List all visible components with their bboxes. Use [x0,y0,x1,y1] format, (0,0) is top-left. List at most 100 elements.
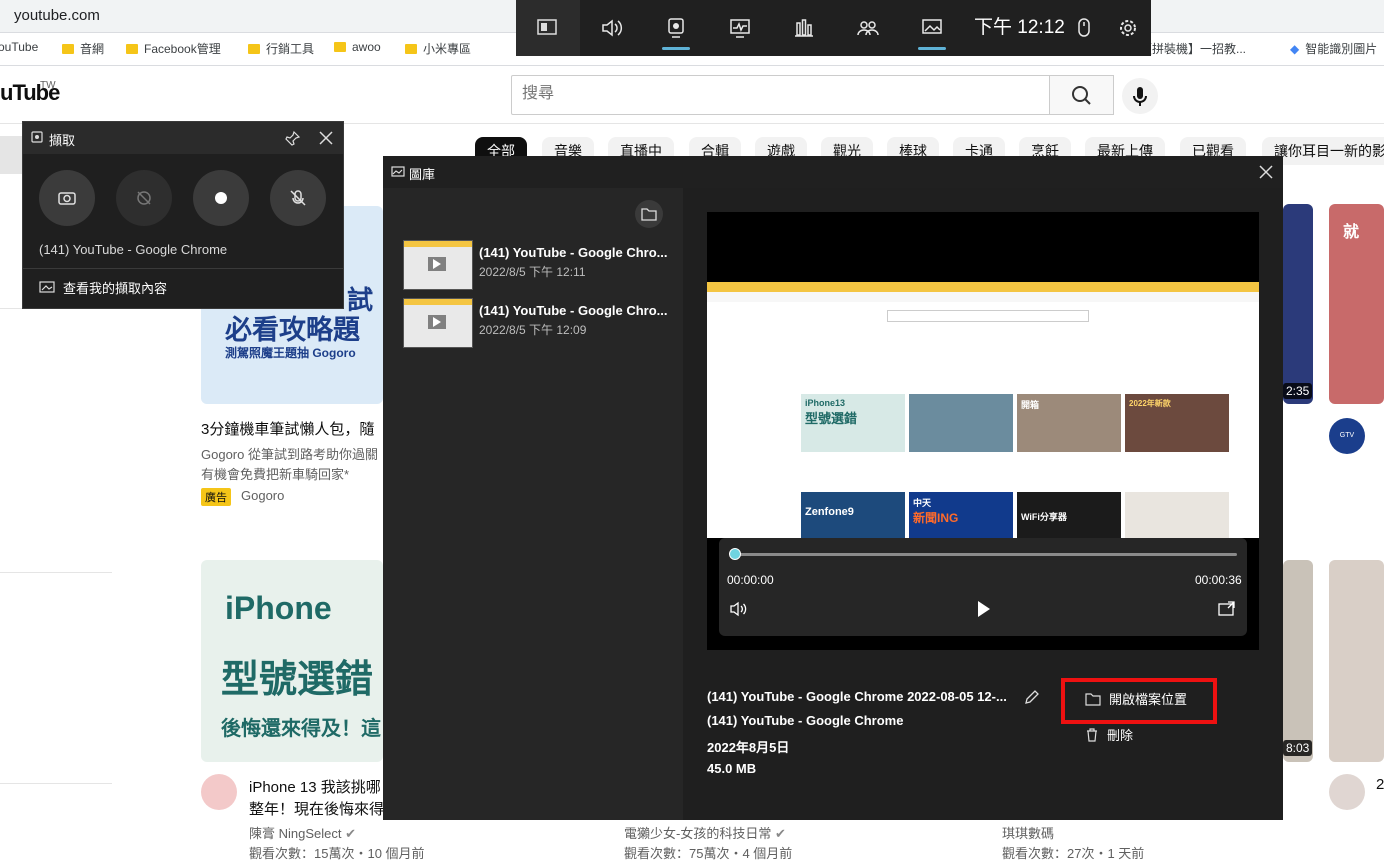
video-title[interactable]: 3分鐘機車筆試懶人包，隨 [201,418,374,439]
channel-name[interactable]: 電獺少女-女孩的科技日常 ✔ [624,823,786,842]
thumb-toolbar [404,299,472,305]
thumb-text: 後悔還來得及！這 [221,718,381,740]
bar-chart-icon [795,19,813,37]
gallery-header[interactable]: 圖庫 [383,156,1283,188]
performance-widget-button[interactable] [708,0,772,56]
bookmark-folder-music[interactable]: 音網 [62,40,104,57]
url-text[interactable]: youtube.com [14,7,100,24]
gallery-item-date: 2022/8/5 下午 12:09 [479,323,587,337]
delete-label: 刪除 [1107,728,1134,743]
video-thumbnail[interactable] [1283,204,1313,404]
preview-browser-bar [707,282,1259,292]
verified-icon: ✔ [345,826,357,841]
social-widget-button[interactable] [836,0,900,56]
sidebar-selected-item[interactable] [0,136,24,174]
channel-name[interactable]: 琪琪數碼 [1002,823,1054,842]
region-label: TW [40,80,56,91]
bookmark-image-recognition[interactable]: ◆ 智能識別圖片 [1290,40,1377,57]
capture-widget-button[interactable] [644,0,708,56]
delete-button[interactable]: 刪除 [1085,725,1133,744]
search-box[interactable] [511,75,1051,115]
capture-divider [23,268,343,269]
widget-menu-button[interactable] [516,0,580,56]
video-thumbnail[interactable] [1283,560,1313,762]
edit-icon[interactable] [1023,688,1041,706]
total-time: 00:00:36 [1195,573,1242,587]
audio-widget-button[interactable] [580,0,644,56]
people-icon [857,21,879,36]
share-icon[interactable] [1217,600,1237,618]
channel-avatar[interactable] [1329,774,1365,810]
video-thumbnail-iphone[interactable]: iPhone 型號選錯 後悔還來得及！這 [201,560,383,762]
settings-button[interactable] [1106,0,1150,56]
gallery-widget-button[interactable] [900,0,964,56]
open-folder-button[interactable] [635,200,663,228]
bookmark-folder-marketing[interactable]: 行銷工具 [248,40,314,57]
video-thumbnail[interactable]: 就 [1329,204,1384,404]
play-icon[interactable] [976,600,992,618]
bookmark-folder-awoo[interactable]: awoo [334,40,381,54]
capture-target-window: (141) YouTube - Google Chrome [39,242,228,257]
gallery-widget: 圖庫 (141) YouTube - Google Chro... 2022/8… [383,156,1283,820]
channel-name[interactable]: 陳膏 NingSelect ✔ [249,823,356,842]
video-player[interactable]: iPhone13 型號選錯 開箱 2022年新款 Zenfone9 中天 新聞ING… [707,212,1259,650]
bookmark-folder-facebook[interactable]: Facebook管理 [126,40,221,57]
channel-avatar[interactable]: GTV DRAMA [1329,418,1365,475]
preview-thumb: 開箱 [1017,394,1121,452]
video-description: 有機會免費把新車騎回家* [201,467,350,482]
view-captures-link[interactable]: 查看我的擷取內容 [39,278,167,297]
seek-bar[interactable] [735,553,1237,556]
capture-widget-title: 擷取 [49,133,76,148]
preview-thumb [909,394,1013,452]
mic-toggle-button[interactable] [270,170,326,226]
video-thumbnail[interactable] [1329,560,1384,762]
volume-icon[interactable] [729,600,749,618]
resources-widget-button[interactable] [772,0,836,56]
folder-icon [334,42,346,52]
gallery-item-title: (141) YouTube - Google Chro... [479,245,668,260]
bookmark-folder-xiaomi[interactable]: 小米專區 [405,40,471,57]
preview-thumb: Zenfone9 [801,492,905,538]
video-description: Gogoro 從筆試到路考助你過關 [201,447,378,462]
channel-avatar[interactable] [201,774,237,810]
verified-icon: ✔ [774,826,786,841]
gallery-icon [922,19,942,34]
capture-widget-header[interactable]: 擷取 [23,122,343,154]
preview-thumb-text: 2022年新款 [1129,399,1171,408]
start-recording-button[interactable] [193,170,249,226]
gallery-item-title: (141) YouTube - Google Chro... [479,303,668,318]
channel-name[interactable]: Gogoro [241,488,284,503]
video-title[interactable]: 2 [1376,776,1384,793]
open-file-location-button[interactable]: 開啟檔案位置 [1085,689,1187,708]
folder-icon [1085,692,1101,706]
preview-thumb: 中天 新聞ING [909,492,1013,538]
capture-size: 45.0 MB [707,761,757,776]
gallery-item[interactable]: (141) YouTube - Google Chro... 2022/8/5 … [403,240,673,290]
voice-search-button[interactable] [1122,78,1158,114]
gallery-item[interactable]: (141) YouTube - Google Chro... 2022/8/5 … [403,298,673,348]
bookmark-youtube[interactable]: ouTube [0,40,38,54]
close-icon[interactable] [1258,164,1274,180]
bookmark-favicon: ◆ [1290,41,1300,56]
search-button[interactable] [1049,75,1114,115]
video-title-line2[interactable]: 整年！現在後悔來得 [249,798,384,819]
trash-icon [1087,727,1097,742]
open-file-location-label: 開啟檔案位置 [1109,692,1188,707]
screenshot-button[interactable] [39,170,95,226]
search-input[interactable] [520,84,1024,104]
sidebar-divider [0,572,112,573]
preview-search [887,310,1089,322]
capture-app: (141) YouTube - Google Chrome [707,713,904,728]
seek-handle[interactable] [729,548,741,560]
bookmark-pc-build[interactable]: 【拼裝機】一招教... [1140,40,1246,57]
pin-icon[interactable] [285,130,301,146]
close-icon[interactable] [318,130,334,146]
channel-name-text: 電獺少女-女孩的科技日常 [624,826,772,841]
thumb-text: iPhone [225,590,332,626]
mouse-button[interactable] [1060,0,1108,56]
current-time: 00:00:00 [727,573,774,587]
record-last-30s-button[interactable] [116,170,172,226]
video-title[interactable]: iPhone 13 我該挑哪 [249,776,381,797]
player-controls: 00:00:00 00:00:36 [719,538,1247,636]
bookmark-label: ouTube [0,40,39,54]
